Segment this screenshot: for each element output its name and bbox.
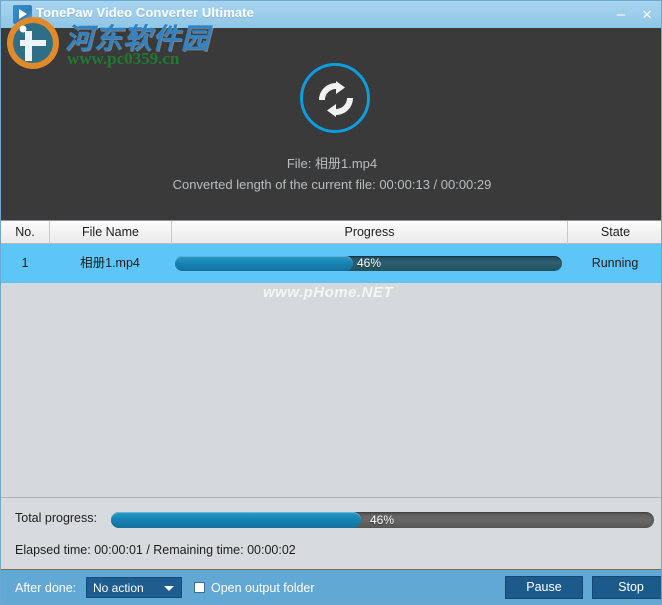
- converted-length-label: Converted length of the current file: 00…: [172, 177, 492, 192]
- total-progress-bar: 46%: [111, 512, 654, 528]
- row-file-name: 相册1.mp4: [80, 256, 140, 270]
- total-progress-value: 46%: [370, 513, 395, 527]
- file-list-header: No. File Name Progress State: [1, 220, 661, 244]
- open-output-folder-checkbox[interactable]: [194, 582, 205, 593]
- chevron-down-icon: [164, 586, 174, 591]
- column-header-file-name[interactable]: File Name: [49, 221, 171, 244]
- sync-refresh-icon: [300, 63, 370, 133]
- column-header-progress[interactable]: Progress: [171, 221, 567, 244]
- window-title: TonePaw Video Converter Ultimate: [36, 5, 254, 20]
- row-progress-fill: [175, 256, 353, 271]
- column-header-state[interactable]: State: [567, 221, 661, 244]
- current-file-label: File: 相册1.mp4: [286, 156, 378, 171]
- row-progress-bar: 46%: [175, 256, 562, 271]
- play-video-icon: [13, 5, 32, 24]
- minimize-button[interactable]: –: [611, 5, 631, 25]
- stop-button[interactable]: Stop: [592, 576, 661, 599]
- after-done-value: No action: [93, 581, 144, 595]
- row-progress-label: 46%: [357, 256, 382, 270]
- total-progress-fill: [111, 512, 361, 528]
- after-done-select[interactable]: No action: [86, 577, 182, 598]
- conversion-status-panel: File: 相册1.mp4 Converted length of the cu…: [1, 28, 661, 219]
- pause-button[interactable]: Pause: [505, 576, 583, 599]
- total-progress-label: Total progress:: [15, 511, 97, 525]
- title-bar: TonePaw Video Converter Ultimate – ×: [1, 1, 661, 28]
- overall-progress-panel: Total progress:: [1, 497, 661, 569]
- close-button[interactable]: ×: [637, 5, 657, 25]
- open-output-folder-label[interactable]: Open output folder: [211, 581, 315, 595]
- row-number: 1: [21, 256, 29, 270]
- elapsed-remaining-label: Elapsed time: 00:00:01 / Remaining time:…: [15, 543, 296, 557]
- table-row[interactable]: 1 相册1.mp4 46% Running: [1, 244, 661, 283]
- file-list-body[interactable]: 1 相册1.mp4 46% Running: [1, 244, 661, 497]
- row-state: Running: [591, 256, 639, 270]
- video-converter-window: TonePaw Video Converter Ultimate – × Fil…: [0, 0, 662, 605]
- column-header-no[interactable]: No.: [1, 221, 49, 244]
- after-done-label: After done:: [15, 581, 77, 595]
